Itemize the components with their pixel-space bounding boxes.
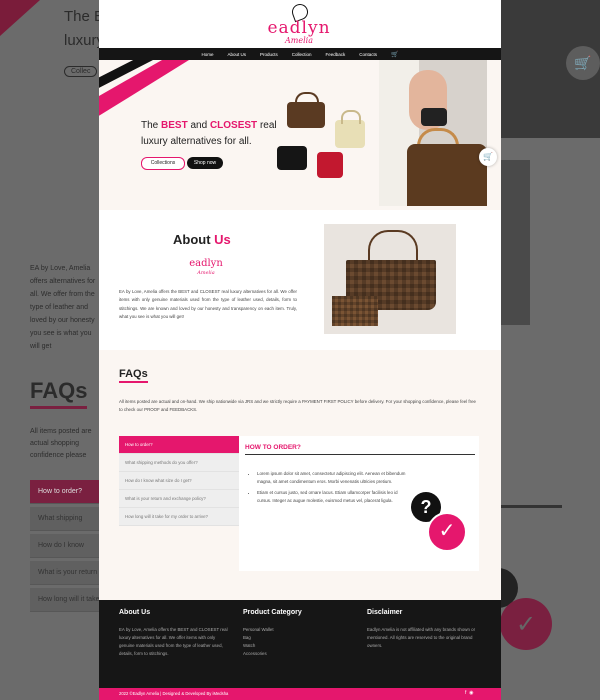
check-circle-icon: ✓ — [427, 512, 467, 552]
hero-title-closest: CLOSEST — [209, 120, 258, 131]
site-header: eadlyn Amelia — [99, 0, 501, 48]
photo-watch — [421, 108, 447, 126]
background-about-photo — [500, 160, 530, 325]
about-logo-sub: Amelia — [197, 270, 215, 276]
cart-icon[interactable]: 🛒 — [391, 51, 398, 58]
background-faq-question: What shipping methods — [30, 507, 100, 546]
about-text: EA by Love, Amelia offers the BEST and C… — [119, 289, 297, 320]
footer-category-link[interactable]: Watch — [243, 642, 355, 650]
footer-disclaimer-title: Disclaimer — [367, 609, 403, 616]
faq-section: FAQs All items posted are actual and on-… — [99, 350, 501, 600]
faq-illustration: ? ✓ — [407, 492, 471, 552]
faq-question-list: How to order? What shipping methods do y… — [119, 436, 239, 526]
faq-title: FAQs — [119, 368, 148, 383]
shop-now-button[interactable]: Shop now — [187, 157, 223, 169]
logo-subtitle: Amelia — [285, 36, 313, 45]
faq-description: All items posted are actual and on-hand.… — [119, 399, 476, 412]
background-faq-question: How long will it take — [30, 588, 100, 612]
nav-item-feedback[interactable]: Feedback — [326, 52, 346, 57]
hero-title-prefix: The — [141, 120, 162, 131]
footer-category-link[interactable]: Accessories — [243, 650, 355, 658]
faq-answer-panel: HOW TO ORDER? Lorem ipsum dolor sit amet… — [239, 436, 479, 571]
site-footer: About Us EA by Love, Amelia offers the B… — [99, 600, 501, 688]
social-icons: f ◉ — [465, 690, 474, 696]
logo-wordmark: eadlyn — [267, 18, 331, 38]
footer-about-title: About Us — [119, 609, 151, 616]
about-title-accent: Us — [214, 232, 231, 247]
faq-question[interactable]: What shipping methods do you offer? — [119, 454, 239, 472]
photo-bag — [407, 144, 487, 206]
faq-panel-title: HOW TO ORDER? — [245, 444, 301, 451]
faq-question[interactable]: How long will it take for my order to ar… — [119, 508, 239, 526]
site-logo[interactable]: eadlyn Amelia — [264, 1, 334, 46]
hero-section: The BEST and CLOSEST real luxury alterna… — [99, 60, 501, 210]
nav-item-collection[interactable]: Collection — [292, 52, 312, 57]
facebook-icon[interactable]: f — [465, 690, 466, 696]
footer-category-link[interactable]: Bag — [243, 634, 355, 642]
about-photo-pouch — [332, 296, 378, 326]
faq-answer-list: Lorem ipsum dolor sit amet, consectetur … — [251, 470, 407, 508]
background-faq-question: How to order? — [30, 480, 100, 504]
hero-photo — [379, 60, 487, 206]
faq-question[interactable]: What is your return and exchange policy? — [119, 490, 239, 508]
bag-red — [317, 152, 343, 178]
collections-button[interactable]: Collections — [141, 157, 185, 170]
about-photo — [324, 224, 456, 334]
background-faq-question: How do I know what — [30, 534, 100, 573]
nav-item-products[interactable]: Products — [260, 52, 278, 57]
nav-item-home[interactable]: Home — [201, 52, 213, 57]
background-collections-button: Collec — [64, 66, 98, 77]
background-check-icon: ✓ — [500, 598, 552, 650]
footer-category-link[interactable]: Personal Wallet — [243, 626, 355, 634]
background-about-text: EA by Love, Amelia offers alternatives f… — [30, 265, 96, 350]
page-preview: eadlyn Amelia Home About Us Products Col… — [99, 0, 501, 700]
background-cart-icon: 🛒 — [566, 46, 600, 80]
bag-black — [277, 146, 307, 170]
background-hero-title-line2: luxury — [64, 32, 105, 49]
nav-item-about[interactable]: About Us — [227, 52, 246, 57]
nav-item-contacts[interactable]: Contacts — [359, 52, 377, 57]
hero-title-and: and — [187, 120, 210, 131]
about-title: About Us — [173, 232, 231, 247]
background-faq-title: FAQs — [30, 378, 88, 409]
faq-panel-divider — [245, 454, 475, 455]
about-logo-word: eadlyn — [189, 258, 223, 269]
footer-categories: Product Category Personal Wallet Bag Wat… — [243, 609, 355, 658]
faq-question[interactable]: How to order? — [119, 436, 239, 454]
instagram-icon[interactable]: ◉ — [469, 690, 473, 696]
footer-disclaimer-text: Eadlyn Amelia is not affiliated with any… — [367, 627, 476, 648]
bag-cream — [335, 110, 365, 148]
footer-about: About Us EA by Love, Amelia offers the B… — [119, 609, 231, 658]
about-logo: eadlyn Amelia — [183, 254, 229, 280]
hero-title-best: BEST — [161, 120, 188, 131]
background-divider — [500, 505, 562, 508]
hero-title: The BEST and CLOSEST real luxury alterna… — [141, 118, 281, 150]
main-nav: Home About Us Products Collection Feedba… — [99, 48, 501, 60]
hero-bags-image — [277, 84, 373, 184]
about-title-main: About — [173, 232, 211, 247]
floating-cart-icon[interactable]: 🛒 — [479, 148, 497, 166]
footer-about-text: EA by Love, Amelia offers the BEST and C… — [119, 627, 228, 656]
background-faq-question: What is your return — [30, 561, 100, 585]
bag-brown — [287, 92, 325, 128]
about-section: About Us eadlyn Amelia EA by Love, Ameli… — [99, 210, 501, 350]
background-faq-text: All items posted are actual shopping con… — [30, 428, 92, 459]
copyright-text: 2022 ©Eadlyn Amelia | Designed & Develop… — [119, 691, 229, 696]
footer-bar: 2022 ©Eadlyn Amelia | Designed & Develop… — [99, 688, 501, 700]
faq-answer-item: Etiam et cursus justo, sed ornare lacus.… — [257, 489, 407, 504]
footer-disclaimer: Disclaimer Eadlyn Amelia is not affiliat… — [367, 609, 479, 650]
hero-stripe-pink — [99, 60, 189, 116]
faq-answer-item: Lorem ipsum dolor sit amet, consectetur … — [257, 470, 407, 485]
footer-category-title: Product Category — [243, 609, 302, 616]
faq-question[interactable]: How do I know what size do I get? — [119, 472, 239, 490]
